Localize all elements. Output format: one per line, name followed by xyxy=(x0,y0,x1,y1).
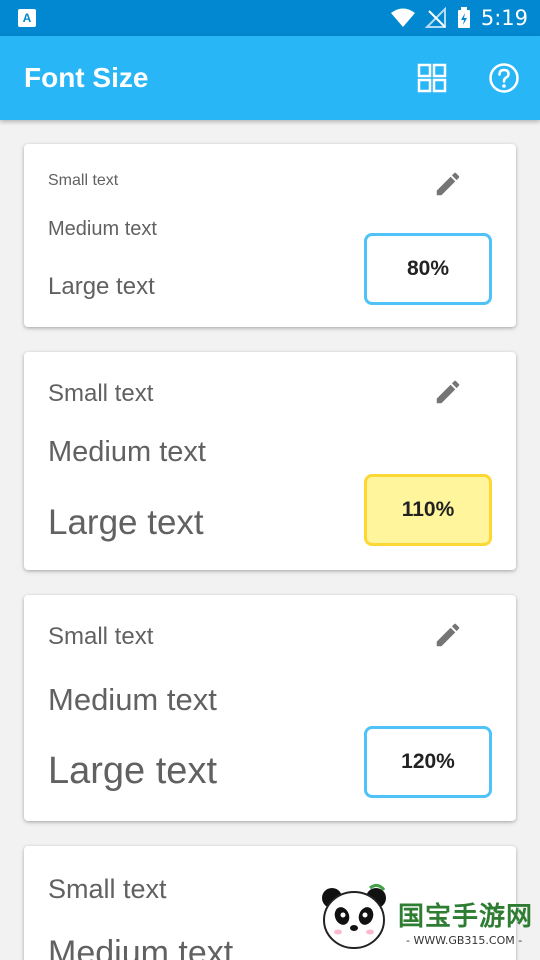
small-text-sample: Small text xyxy=(48,874,167,904)
help-icon xyxy=(489,63,519,93)
grid-view-button[interactable] xyxy=(414,60,450,96)
small-text-sample: Small text xyxy=(48,623,154,650)
watermark-url: - WWW.GB315.COM - xyxy=(406,934,523,947)
app-notification-icon: A xyxy=(18,9,36,27)
edit-button[interactable] xyxy=(428,615,468,655)
watermark-text: 国宝手游网 xyxy=(398,902,534,932)
edit-button[interactable] xyxy=(428,164,468,204)
watermark: 国宝手游网 - WWW.GB315.COM - xyxy=(310,878,535,958)
large-text-sample: Large text xyxy=(48,750,217,792)
pencil-icon xyxy=(436,380,460,404)
battery-charging-icon xyxy=(457,7,470,28)
small-text-sample: Small text xyxy=(48,172,119,189)
medium-text-sample: Medium text xyxy=(48,436,206,468)
status-icons: 5:19 xyxy=(390,0,528,36)
no-signal-icon xyxy=(424,7,446,28)
grid-view-icon xyxy=(417,63,447,93)
percent-button[interactable]: 80% xyxy=(364,233,492,305)
font-size-card-120[interactable]: Small text Medium text Large text 120% xyxy=(24,595,516,821)
help-button[interactable] xyxy=(486,60,522,96)
status-bar: A 5:19 xyxy=(0,0,540,36)
status-time: 5:19 xyxy=(480,6,528,30)
large-text-sample: Large text xyxy=(48,503,204,542)
app-bar: Font Size xyxy=(0,36,540,120)
pencil-icon xyxy=(436,623,460,647)
page-title: Font Size xyxy=(24,62,149,93)
edit-button[interactable] xyxy=(428,372,468,412)
font-size-card-110[interactable]: Small text Medium text Large text 110% xyxy=(24,352,516,570)
medium-text-sample: Medium text xyxy=(48,934,234,960)
percent-button[interactable]: 120% xyxy=(364,726,492,798)
large-text-sample: Large text xyxy=(48,273,155,300)
font-size-card-80[interactable]: Small text Medium text Large text 80% xyxy=(24,144,516,327)
wifi-icon xyxy=(390,8,415,27)
small-text-sample: Small text xyxy=(48,380,154,407)
pencil-icon xyxy=(436,172,460,196)
panda-logo-icon xyxy=(322,883,386,949)
medium-text-sample: Medium text xyxy=(48,682,217,717)
medium-text-sample: Medium text xyxy=(48,218,157,240)
percent-button-selected[interactable]: 110% xyxy=(364,474,492,546)
